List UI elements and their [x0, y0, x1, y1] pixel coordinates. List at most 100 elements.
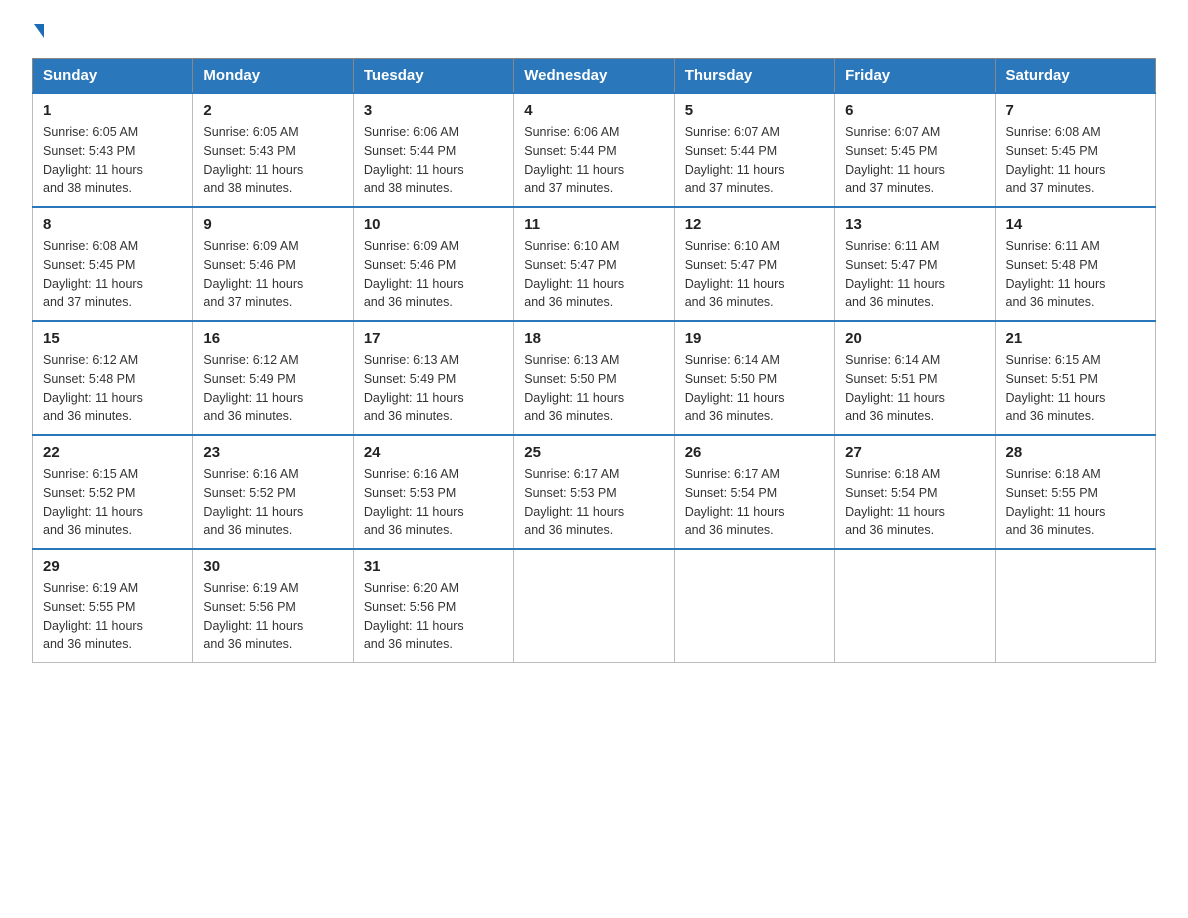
day-info: Sunrise: 6:08 AMSunset: 5:45 PMDaylight:…: [1006, 123, 1145, 198]
day-info: Sunrise: 6:07 AMSunset: 5:45 PMDaylight:…: [845, 123, 984, 198]
day-cell: 22Sunrise: 6:15 AMSunset: 5:52 PMDayligh…: [33, 435, 193, 549]
day-number: 4: [524, 102, 663, 119]
day-cell: 31 Sunrise: 6:20 AMSunset: 5:56 PMDayligh…: [353, 549, 513, 663]
day-cell: 17 Sunrise: 6:13 AMSunset: 5:49 PMDayligh…: [353, 321, 513, 435]
day-info: Sunrise: 6:05 AMSunset: 5:43 PMDaylight:…: [43, 123, 182, 198]
day-number: 18: [524, 330, 663, 347]
day-info: Sunrise: 6:18 AMSunset: 5:55 PMDaylight:…: [1006, 465, 1145, 540]
day-info: Sunrise: 6:17 AMSunset: 5:54 PMDaylight:…: [685, 465, 824, 540]
header-row: SundayMondayTuesdayWednesdayThursdayFrid…: [33, 59, 1156, 94]
day-cell: 10Sunrise: 6:09 AMSunset: 5:46 PMDayligh…: [353, 207, 513, 321]
day-info: Sunrise: 6:19 AMSunset: 5:56 PMDaylight:…: [203, 579, 342, 654]
day-cell: 28 Sunrise: 6:18 AMSunset: 5:55 PMDayligh…: [995, 435, 1155, 549]
day-number: 11: [524, 216, 663, 233]
day-number: 21: [1006, 330, 1145, 347]
day-number: 23: [203, 444, 342, 461]
day-number: 29: [43, 558, 182, 575]
day-cell: 1 Sunrise: 6:05 AMSunset: 5:43 PMDaylight…: [33, 93, 193, 207]
day-number: 15: [43, 330, 182, 347]
day-cell: 19 Sunrise: 6:14 AMSunset: 5:50 PMDayligh…: [674, 321, 834, 435]
day-number: 16: [203, 330, 342, 347]
day-number: 14: [1006, 216, 1145, 233]
logo-arrow-icon: [34, 24, 44, 38]
day-cell: 7 Sunrise: 6:08 AMSunset: 5:45 PMDaylight…: [995, 93, 1155, 207]
page-header: [32, 24, 1156, 40]
day-info: Sunrise: 6:13 AMSunset: 5:49 PMDaylight:…: [364, 351, 503, 426]
day-cell: 26 Sunrise: 6:17 AMSunset: 5:54 PMDayligh…: [674, 435, 834, 549]
day-cell: 23Sunrise: 6:16 AMSunset: 5:52 PMDayligh…: [193, 435, 353, 549]
day-number: 6: [845, 102, 984, 119]
day-cell: 16Sunrise: 6:12 AMSunset: 5:49 PMDayligh…: [193, 321, 353, 435]
day-number: 13: [845, 216, 984, 233]
calendar-table: SundayMondayTuesdayWednesdayThursdayFrid…: [32, 58, 1156, 663]
day-info: Sunrise: 6:07 AMSunset: 5:44 PMDaylight:…: [685, 123, 824, 198]
day-cell: 30 Sunrise: 6:19 AMSunset: 5:56 PMDayligh…: [193, 549, 353, 663]
day-info: Sunrise: 6:13 AMSunset: 5:50 PMDaylight:…: [524, 351, 663, 426]
day-cell: 4 Sunrise: 6:06 AMSunset: 5:44 PMDaylight…: [514, 93, 674, 207]
day-info: Sunrise: 6:20 AMSunset: 5:56 PMDaylight:…: [364, 579, 503, 654]
day-number: 30: [203, 558, 342, 575]
day-info: Sunrise: 6:06 AMSunset: 5:44 PMDaylight:…: [524, 123, 663, 198]
day-number: 24: [364, 444, 503, 461]
day-cell: 9Sunrise: 6:09 AMSunset: 5:46 PMDaylight…: [193, 207, 353, 321]
day-cell: 11 Sunrise: 6:10 AMSunset: 5:47 PMDayligh…: [514, 207, 674, 321]
day-cell: [835, 549, 995, 663]
logo: [32, 24, 44, 40]
day-info: Sunrise: 6:08 AMSunset: 5:45 PMDaylight:…: [43, 237, 182, 312]
day-cell: [674, 549, 834, 663]
day-number: 1: [43, 102, 182, 119]
day-info: Sunrise: 6:14 AMSunset: 5:51 PMDaylight:…: [845, 351, 984, 426]
day-cell: 21Sunrise: 6:15 AMSunset: 5:51 PMDayligh…: [995, 321, 1155, 435]
day-cell: 2 Sunrise: 6:05 AMSunset: 5:43 PMDaylight…: [193, 93, 353, 207]
day-info: Sunrise: 6:16 AMSunset: 5:53 PMDaylight:…: [364, 465, 503, 540]
day-number: 28: [1006, 444, 1145, 461]
day-number: 26: [685, 444, 824, 461]
day-cell: 5Sunrise: 6:07 AMSunset: 5:44 PMDaylight…: [674, 93, 834, 207]
day-number: 17: [364, 330, 503, 347]
day-cell: 29Sunrise: 6:19 AMSunset: 5:55 PMDayligh…: [33, 549, 193, 663]
day-cell: 3 Sunrise: 6:06 AMSunset: 5:44 PMDaylight…: [353, 93, 513, 207]
day-cell: 13 Sunrise: 6:11 AMSunset: 5:47 PMDayligh…: [835, 207, 995, 321]
day-info: Sunrise: 6:14 AMSunset: 5:50 PMDaylight:…: [685, 351, 824, 426]
day-info: Sunrise: 6:15 AMSunset: 5:52 PMDaylight:…: [43, 465, 182, 540]
day-number: 31: [364, 558, 503, 575]
day-number: 12: [685, 216, 824, 233]
day-number: 27: [845, 444, 984, 461]
day-info: Sunrise: 6:06 AMSunset: 5:44 PMDaylight:…: [364, 123, 503, 198]
day-info: Sunrise: 6:12 AMSunset: 5:48 PMDaylight:…: [43, 351, 182, 426]
week-row-5: 29Sunrise: 6:19 AMSunset: 5:55 PMDayligh…: [33, 549, 1156, 663]
day-cell: 18 Sunrise: 6:13 AMSunset: 5:50 PMDayligh…: [514, 321, 674, 435]
day-info: Sunrise: 6:10 AMSunset: 5:47 PMDaylight:…: [685, 237, 824, 312]
day-cell: 8 Sunrise: 6:08 AMSunset: 5:45 PMDaylight…: [33, 207, 193, 321]
col-header-saturday: Saturday: [995, 59, 1155, 94]
day-info: Sunrise: 6:09 AMSunset: 5:46 PMDaylight:…: [203, 237, 342, 312]
day-cell: 25 Sunrise: 6:17 AMSunset: 5:53 PMDayligh…: [514, 435, 674, 549]
day-cell: 14 Sunrise: 6:11 AMSunset: 5:48 PMDayligh…: [995, 207, 1155, 321]
week-row-1: 1 Sunrise: 6:05 AMSunset: 5:43 PMDaylight…: [33, 93, 1156, 207]
day-number: 7: [1006, 102, 1145, 119]
day-cell: 27 Sunrise: 6:18 AMSunset: 5:54 PMDayligh…: [835, 435, 995, 549]
week-row-4: 22Sunrise: 6:15 AMSunset: 5:52 PMDayligh…: [33, 435, 1156, 549]
day-cell: [514, 549, 674, 663]
day-cell: 15 Sunrise: 6:12 AMSunset: 5:48 PMDayligh…: [33, 321, 193, 435]
day-number: 8: [43, 216, 182, 233]
day-info: Sunrise: 6:11 AMSunset: 5:47 PMDaylight:…: [845, 237, 984, 312]
day-cell: 12 Sunrise: 6:10 AMSunset: 5:47 PMDayligh…: [674, 207, 834, 321]
col-header-thursday: Thursday: [674, 59, 834, 94]
col-header-sunday: Sunday: [33, 59, 193, 94]
day-info: Sunrise: 6:05 AMSunset: 5:43 PMDaylight:…: [203, 123, 342, 198]
day-info: Sunrise: 6:10 AMSunset: 5:47 PMDaylight:…: [524, 237, 663, 312]
day-cell: 6 Sunrise: 6:07 AMSunset: 5:45 PMDaylight…: [835, 93, 995, 207]
day-number: 3: [364, 102, 503, 119]
day-info: Sunrise: 6:11 AMSunset: 5:48 PMDaylight:…: [1006, 237, 1145, 312]
day-number: 25: [524, 444, 663, 461]
col-header-monday: Monday: [193, 59, 353, 94]
day-info: Sunrise: 6:17 AMSunset: 5:53 PMDaylight:…: [524, 465, 663, 540]
day-info: Sunrise: 6:18 AMSunset: 5:54 PMDaylight:…: [845, 465, 984, 540]
day-number: 19: [685, 330, 824, 347]
day-cell: 24 Sunrise: 6:16 AMSunset: 5:53 PMDayligh…: [353, 435, 513, 549]
col-header-wednesday: Wednesday: [514, 59, 674, 94]
day-number: 10: [364, 216, 503, 233]
col-header-tuesday: Tuesday: [353, 59, 513, 94]
day-number: 2: [203, 102, 342, 119]
